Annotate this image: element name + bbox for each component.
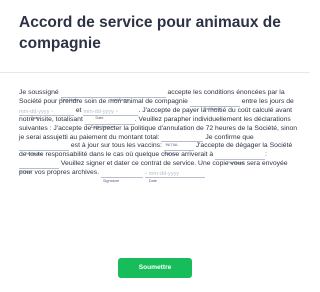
- text-p10: :: [265, 151, 267, 159]
- last-name-field[interactable]: Last Name: [110, 90, 166, 102]
- sign-date-sublabel: Date: [148, 178, 157, 183]
- start-date-placeholder: mm-dd-yyyy: [19, 108, 50, 115]
- dollar-amount-field[interactable]: Dollar Amount: [84, 117, 135, 129]
- calendar-icon[interactable]: ▫: [145, 171, 147, 177]
- submit-area: Soumettre: [0, 256, 310, 278]
- text-p7: Je confirme que: [205, 133, 254, 141]
- end-date-field[interactable]: mm-dd-yyyy ▫ Date: [83, 108, 139, 120]
- header-divider: [0, 72, 310, 73]
- calendar-icon[interactable]: ▫: [51, 109, 53, 115]
- sign-date-placeholder: mm-dd-yyyy: [148, 171, 180, 178]
- first-name-sublabel: First Name: [60, 98, 80, 103]
- start-date-field[interactable]: mm-dd-yyyy ▫ Date: [19, 108, 74, 120]
- pet-name-field-3[interactable]: Pet Name: [215, 152, 266, 165]
- dollar-amount-sublabel: Dollar Amount: [90, 125, 115, 130]
- pet-name-sublabel-3: Pet Name: [227, 160, 244, 165]
- text-p3: entre les jours de: [241, 97, 294, 105]
- form-title: Accord de service pour animaux de compag…: [19, 14, 281, 52]
- pet-name-field-1[interactable]: Pet Name: [189, 99, 240, 111]
- text-p4: et: [75, 106, 82, 114]
- initial-field-1[interactable]: INITIAL: [161, 134, 204, 147]
- text-p1: Je soussigné: [19, 89, 59, 96]
- calendar-icon[interactable]: ▫: [116, 109, 118, 115]
- initial-sublabel-2: INITIAL: [163, 151, 177, 156]
- agreement-text: Je soussigné First Name Last Name accepte…: [19, 89, 298, 183]
- signature-field[interactable]: Signature: [100, 170, 143, 183]
- initial-field-3[interactable]: INITIAL: [19, 161, 59, 174]
- submit-button[interactable]: Soumettre: [118, 258, 192, 278]
- pet-name-sublabel-1: Pet Name: [203, 107, 221, 112]
- text-p8: est à jour sur tous les vaccins:: [70, 142, 162, 150]
- form-header: Accord de service pour animaux de compag…: [19, 12, 299, 54]
- first-name-field[interactable]: First Name: [60, 90, 111, 102]
- pet-name-sublabel-2: Pet Name: [25, 151, 42, 156]
- sign-date-field[interactable]: ▫ mm-dd-yyyy Date: [144, 170, 205, 183]
- start-date-sublabel: Date: [31, 116, 40, 121]
- last-name-sublabel: Last Name: [110, 98, 129, 103]
- end-date-placeholder: mm-dd-yyyy: [83, 108, 114, 115]
- pet-name-field-2[interactable]: Pet Name: [19, 143, 69, 156]
- initial-field-2[interactable]: INITIAL: [163, 143, 194, 156]
- initial-sublabel-3: INITIAL: [19, 169, 32, 174]
- signature-sublabel: Signature: [102, 178, 120, 183]
